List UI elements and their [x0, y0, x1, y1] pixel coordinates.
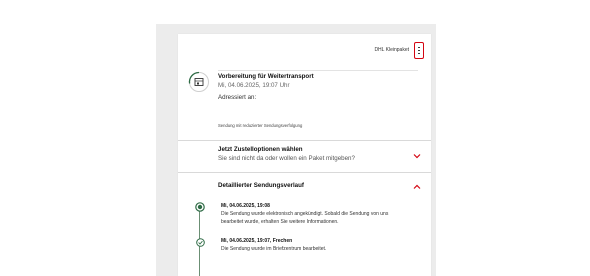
chevron-up-icon[interactable] — [413, 183, 421, 191]
history-title: Detaillierter Sendungsverlauf — [218, 182, 304, 189]
timeline-current-node-icon — [195, 202, 205, 212]
event-time: Mi, 04.06.2025, 19:08 — [221, 203, 270, 209]
chevron-down-icon[interactable] — [413, 152, 421, 160]
status-date: Mi, 04.06.2025, 19:07 Uhr — [218, 82, 290, 89]
delivery-options-section[interactable]: Jetzt Zustelloptionen wählen Sie sind ni… — [178, 141, 431, 172]
event-text: bearbeitet wurde, erhalten Sie weitere I… — [221, 218, 339, 225]
kebab-menu-icon[interactable] — [414, 42, 424, 59]
status-divider — [218, 70, 418, 71]
package-status-icon — [188, 71, 209, 92]
event-time: Mi, 04.06.2025, 19:07, Frechen — [221, 238, 293, 244]
history-section-header[interactable]: Detaillierter Sendungsverlauf — [178, 173, 431, 201]
shipment-status: Vorbereitung für Weitertransport Mi, 04.… — [178, 66, 431, 140]
delivery-options-title: Jetzt Zustelloptionen wählen — [218, 146, 303, 153]
addressed-label: Adressiert an: — [218, 94, 257, 101]
timeline-check-icon — [195, 238, 205, 247]
card-header: DHL Kleinpaket — [178, 34, 431, 66]
status-title: Vorbereitung für Weitertransport — [218, 73, 314, 80]
product-label: DHL Kleinpaket — [374, 47, 409, 53]
event-text: Die Sendung wurde im Briefzentrum bearbe… — [221, 246, 327, 252]
history-timeline: Mi, 04.06.2025, 19:08 Die Sendung wurde … — [178, 201, 431, 276]
reduced-tracking-note: Sendung mit reduzierter Sendungsverfolgu… — [218, 123, 303, 128]
delivery-options-subtitle: Sie sind nicht da oder wollen ein Paket … — [218, 155, 355, 162]
shipment-card: DHL Kleinpaket Vorbereitung für Weitertr… — [178, 34, 431, 276]
event-text: Die Sendung wurde elektronisch angekündi… — [221, 211, 389, 217]
